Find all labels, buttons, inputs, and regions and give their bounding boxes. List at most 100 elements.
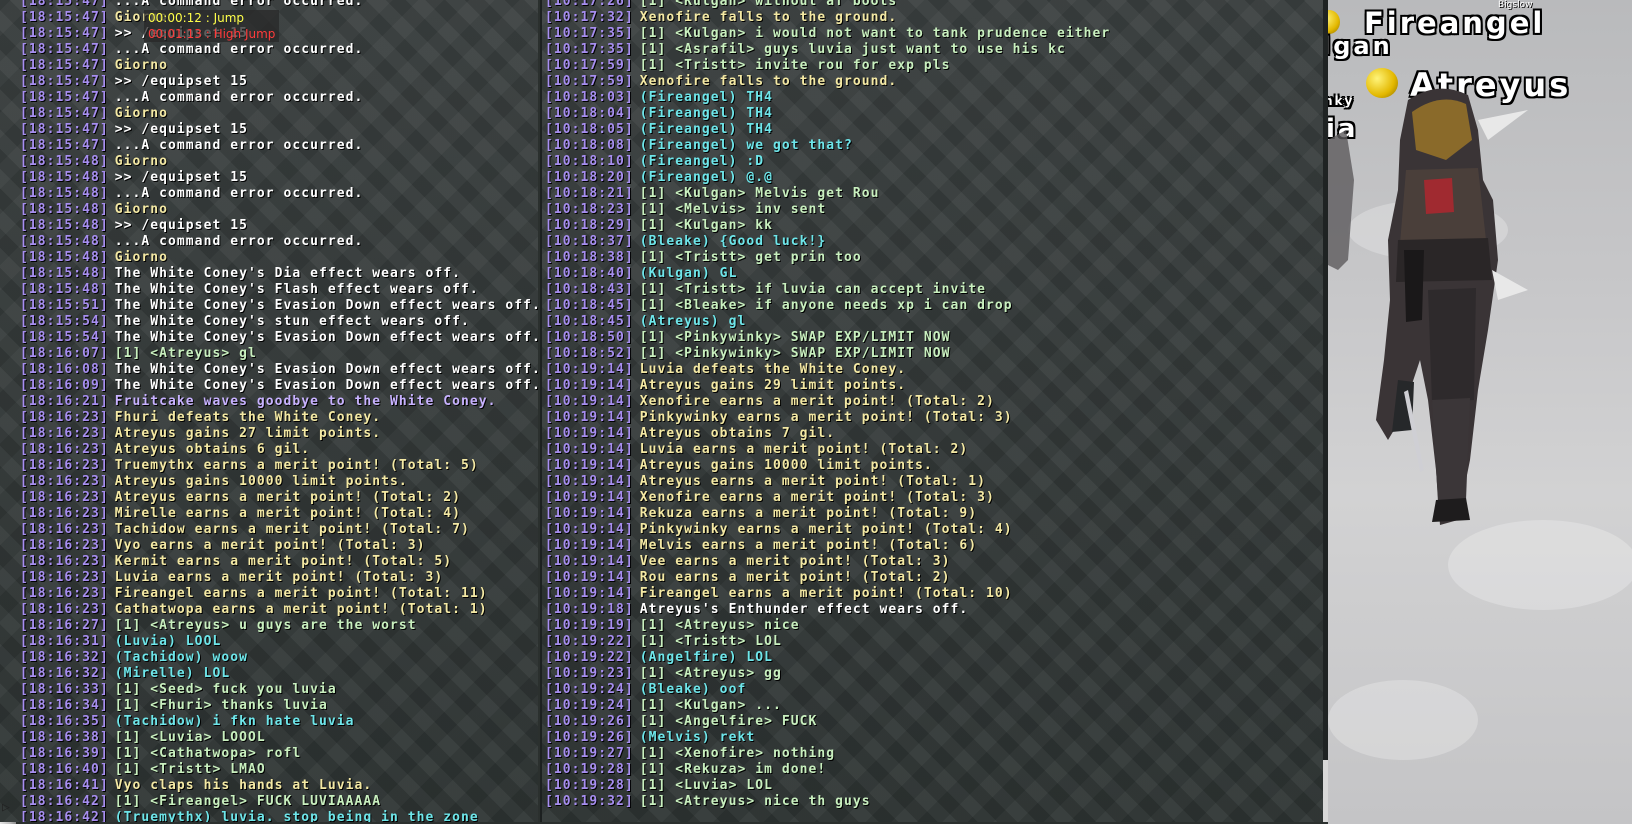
chat-message: [1] <Rekuza> im done! [639,762,827,777]
game-viewport[interactable]: Bigslow Fireangel lgan Atreyus nky ia [1328,0,1632,824]
chat-line: 18:16:32 (Mirelle) LOL [20,666,538,682]
chat-log-left[interactable]: 18:15:47...A command error occurred.18:1… [0,0,538,822]
chat-message: (Melvis) rekt [639,730,756,745]
chat-line: 18:16:34 [1] <Fhuri> thanks luvia [20,698,538,714]
chat-message: [1] <Fireangel> FUCK LUVIAAAAA [114,794,382,809]
chat-line: 18:16:23 Kermit earns a merit point! (Tot… [20,554,538,570]
chat-line: 18:16:42 (Truemythx) luvia. stop being in… [20,810,538,822]
chat-timestamp: 10:19:14 [545,506,634,521]
chat-timestamp: 10:19:14 [545,474,634,489]
chat-line: 18:15:47 Giorno [20,58,538,74]
chat-timestamp: 18:16:23 [20,442,109,457]
chat-timestamp: 10:19:14 [545,490,634,505]
chat-line: 18:15:47 ...A command error occurred. [20,90,538,106]
chat-message: [1] <Tristt> LOL [639,634,782,649]
chat-timestamp: 18:16:21 [20,394,109,409]
chat-timestamp: 18:16:23 [20,554,109,569]
chat-message: (Tachidow) i fkn hate luvia [114,714,355,729]
chat-timestamp: 18:16:42 [20,794,109,809]
chat-line: 10:18:38 [1] <Tristt> get prin too [545,250,1324,266]
chat-log-right[interactable]: 10:17:26[1] <Kulgan> without af boots10:… [540,0,1324,822]
chat-line: 10:19:22 [1] <Tristt> LOL [545,634,1324,650]
chat-line: 18:16:38 [1] <Luvia> LOOOL [20,730,538,746]
chat-line: 10:17:35 [1] <Kulgan> i would not want to… [545,26,1324,42]
chat-timestamp: 18:15:47 [20,42,109,57]
chat-timestamp: 10:18:05 [545,122,634,137]
chat-timestamp: 18:16:41 [20,778,109,793]
chat-line: 10:18:37 (Bleake) {Good luck!} [545,234,1324,250]
chat-timestamp: 18:16:23 [20,538,109,553]
chat-message: Giorno [114,250,169,265]
chat-timestamp: 18:15:47 [20,26,109,41]
chat-line: 18:15:48 The White Coney's Flash effect w… [20,282,538,298]
chat-line: 10:18:45 [1] <Bleake> if anyone needs xp … [545,298,1324,314]
chat-timestamp: 18:16:23 [20,490,109,505]
chat-lines-right: 10:17:26[1] <Kulgan> without af boots10:… [545,0,1324,810]
chat-message: [1] <Pinkywinky> SWAP EXP/LIMIT NOW [639,346,951,361]
chat-timestamp: 10:19:28 [545,778,634,793]
chat-timestamp: 18:15:47 [20,122,109,137]
chat-timestamp: 18:16:38 [20,730,109,745]
chat-message: Vyo claps his hands at Luvia. [114,778,373,793]
chat-line: 10:19:28 [1] <Rekuza> im done! [545,762,1324,778]
chat-timestamp: 10:19:28 [545,762,634,777]
chat-timestamp: 18:16:09 [20,378,109,393]
chat-message: Mirelle earns a merit point! (Total: 4) [114,506,461,521]
chat-message: [1] <Xenofire> nothing [639,746,836,761]
chat-message: [1] <Asrafil> guys luvia just want to us… [639,42,1066,57]
chat-line: 10:19:24 (Bleake) oof [545,682,1324,698]
chat-line: 10:19:14 Rekuza earns a merit point! (Tot… [545,506,1324,522]
chat-message: (Fireangel) :D [639,154,765,169]
chat-line: 10:19:14 Xenofire earns a merit point! (T… [545,394,1324,410]
chat-message: [1] <Angelfire> FUCK [639,714,818,729]
chat-timestamp: 10:18:21 [545,186,634,201]
chat-message: Atreyus obtains 6 gil. [114,442,311,457]
chat-message: Luvia defeats the White Coney. [639,362,907,377]
chat-line: 18:16:08 The White Coney's Evasion Down e… [20,362,538,378]
chat-line: 10:17:26 [1] <Kulgan> without af boots [545,0,1324,10]
chat-line: 18:16:23 Mirelle earns a merit point! (To… [20,506,538,522]
chat-timestamp: 10:19:26 [545,730,634,745]
chat-message: [1] <Atreyus> nice th guys [639,794,871,809]
chat-message: Atreyus gains 10000 limit points. [639,458,933,473]
chat-line: 10:19:14 Rou earns a merit point! (Total:… [545,570,1324,586]
chat-line: 18:16:07 [1] <Atreyus> gl [20,346,538,362]
chat-line: 10:19:26 [1] <Angelfire> FUCK [545,714,1324,730]
chevron-right-icon[interactable]: ▷ [2,800,14,818]
chat-line: 10:17:59 Xenofire falls to the ground. [545,74,1324,90]
chat-line: 10:18:52 [1] <Pinkywinky> SWAP EXP/LIMIT … [545,346,1324,362]
chat-timestamp: 18:15:51 [20,298,109,313]
chat-timestamp: 10:19:14 [545,554,634,569]
chat-line: 18:16:23 Fhuri defeats the White Coney. [20,410,538,426]
chat-line: 10:19:18 Atreyus's Enthunder effect wears… [545,602,1324,618]
chat-message: (Fireangel) TH4 [639,90,773,105]
chat-line: 18:15:51 The White Coney's Evasion Down e… [20,298,538,314]
chat-line: 10:18:05 (Fireangel) TH4 [545,122,1324,138]
chat-message: ...A command error occurred. [114,186,364,201]
chat-message: (Angelfire) LOL [639,650,773,665]
chat-message: [1] <Atreyus> gl [114,346,257,361]
chat-line: 10:19:14 Atreyus gains 29 limit points. [545,378,1324,394]
chat-line: 10:19:14 Pinkywinky earns a merit point! … [545,410,1324,426]
chat-message: (Kulgan) GL [639,266,738,281]
chat-message: (Fireangel) @.@ [639,170,773,185]
chat-message: (Fireangel) we got that? [639,138,853,153]
chat-line: 10:19:27 [1] <Xenofire> nothing [545,746,1324,762]
chat-line: 10:18:04 (Fireangel) TH4 [545,106,1324,122]
chat-line: 10:19:14 Atreyus gains 10000 limit points… [545,458,1324,474]
chat-timestamp: 18:15:47 [20,0,109,9]
chat-timestamp: 10:17:32 [545,10,634,25]
chat-line: 10:18:08 (Fireangel) we got that? [545,138,1324,154]
chat-message: [1] <Tristt> if luvia can accept invite [639,282,986,297]
chat-message: [1] <Seed> fuck you luvia [114,682,337,697]
chat-message: Atreyus obtains 7 gil. [639,426,836,441]
ability-timers: 00:00:12 : Jump 00:01:13 : High Jump [144,10,280,42]
chat-line: 18:16:23 Atreyus gains 10000 limit points… [20,474,538,490]
chat-line: 10:19:14 Atreyus obtains 7 gil. [545,426,1324,442]
chat-line: 18:16:42 [1] <Fireangel> FUCK LUVIAAAAA [20,794,538,810]
chat-line: 10:19:24 [1] <Kulgan> ... [545,698,1324,714]
chat-message: Vee earns a merit point! (Total: 3) [639,554,951,569]
chat-timestamp: 18:16:32 [20,666,109,681]
chat-message: The White Coney's Evasion Down effect we… [114,330,538,345]
chat-line: 10:19:22 (Angelfire) LOL [545,650,1324,666]
